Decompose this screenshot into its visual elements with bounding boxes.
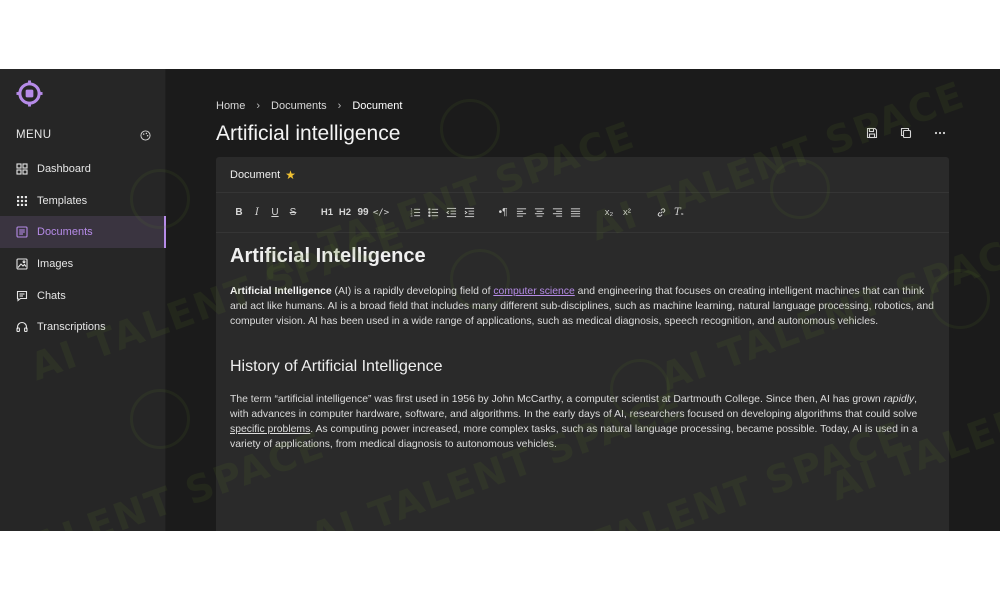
dots-grid-icon [16, 195, 28, 207]
breadcrumb-home[interactable]: Home [216, 100, 245, 112]
chevron-right-icon: › [256, 100, 261, 112]
sidebar-item-chats[interactable]: Chats [0, 280, 166, 312]
sidebar-item-label: Chats [37, 289, 66, 302]
subscript-button[interactable]: x₂ [600, 205, 618, 221]
breadcrumb-documents[interactable]: Documents [271, 100, 327, 112]
italic-text: rapidly [883, 393, 915, 405]
svg-text:3: 3 [410, 214, 412, 218]
superscript-button[interactable]: x² [618, 205, 636, 221]
sidebar-item-label: Dashboard [37, 162, 91, 175]
computer-science-link[interactable]: computer science [493, 286, 574, 297]
sidebar-item-templates[interactable]: Templates [0, 185, 166, 217]
sidebar-item-label: Images [37, 257, 74, 270]
doc-paragraph-1: Artificial Intelligence (AI) is a rapidl… [230, 286, 934, 328]
heading2-button[interactable]: H2 [336, 205, 354, 221]
sidebar-item-label: Documents [37, 226, 93, 239]
ordered-list-icon[interactable]: 123 [406, 205, 424, 221]
page-title: Artificial intelligence [216, 122, 401, 145]
align-right-icon[interactable] [548, 205, 566, 221]
bold-button[interactable]: B [230, 205, 248, 221]
sidebar-item-transcriptions[interactable]: Transcriptions [0, 311, 166, 343]
align-justify-icon[interactable] [566, 205, 584, 221]
image-icon [16, 258, 28, 270]
document-card: Document ★ B I U S H1 H2 99 </> 123 •¶ x… [216, 157, 949, 531]
sidebar-nav: Dashboard Templates Documents Images Cha… [0, 153, 166, 343]
indent-icon[interactable] [460, 205, 478, 221]
document-icon [16, 226, 28, 238]
star-icon[interactable]: ★ [285, 168, 296, 182]
document-card-header: Document ★ [216, 157, 949, 193]
align-center-icon[interactable] [530, 205, 548, 221]
italic-button[interactable]: I [248, 205, 266, 221]
sidebar-item-documents[interactable]: Documents [0, 216, 166, 249]
underline-button[interactable]: U [266, 205, 284, 221]
paragraph-direction-icon[interactable]: •¶ [494, 205, 512, 221]
chevron-right-icon: › [337, 100, 342, 112]
editor-content[interactable]: Artificial Intelligence Artificial Intel… [216, 233, 949, 452]
sidebar-item-label: Transcriptions [37, 321, 106, 334]
heading1-button[interactable]: H1 [318, 205, 336, 221]
underlined-text: specific problems [230, 424, 311, 436]
sidebar-item-images[interactable]: Images [0, 248, 166, 280]
sidebar-item-dashboard[interactable]: Dashboard [0, 153, 166, 185]
copy-icon[interactable] [900, 127, 912, 139]
main-area: Home › Documents › Document Artificial i… [166, 69, 1000, 531]
save-icon[interactable] [866, 127, 878, 139]
doc-heading: Artificial Intelligence [230, 245, 426, 267]
palette-icon[interactable] [140, 129, 151, 141]
sidebar: MENU Dashboard Templates Documents Image… [0, 69, 166, 531]
doc-paragraph-2: The term “artificial intelligence” was f… [230, 393, 918, 451]
grid-icon [16, 163, 28, 175]
clear-format-icon[interactable]: Tₓ [670, 205, 688, 221]
bold-text: Artificial Intelligence [230, 286, 332, 297]
doc-subheading: History of Artificial Intelligence [230, 357, 443, 375]
app-window: AI TALENT SPACE AI TALENT SPACE AI TALEN… [0, 69, 1000, 531]
headphones-icon [16, 321, 28, 333]
breadcrumb-current: Document [352, 100, 403, 112]
document-label: Document [230, 168, 281, 181]
menu-header: MENU [16, 127, 151, 143]
bullet-list-icon[interactable] [424, 205, 442, 221]
more-options-icon[interactable] [934, 127, 946, 139]
outdent-icon[interactable] [442, 205, 460, 221]
breadcrumb: Home › Documents › Document [216, 100, 402, 112]
chat-icon [16, 290, 28, 302]
page-actions [866, 127, 946, 139]
app-logo-icon[interactable] [16, 80, 43, 107]
link-icon[interactable] [652, 205, 670, 221]
align-left-icon[interactable] [512, 205, 530, 221]
blockquote-button[interactable]: 99 [354, 205, 372, 221]
menu-label: MENU [16, 129, 52, 141]
strikethrough-button[interactable]: S [284, 205, 302, 221]
code-button[interactable]: </> [372, 205, 390, 221]
sidebar-item-label: Templates [37, 194, 88, 207]
editor-toolbar: B I U S H1 H2 99 </> 123 •¶ x₂ x² T ₓ [216, 193, 949, 233]
